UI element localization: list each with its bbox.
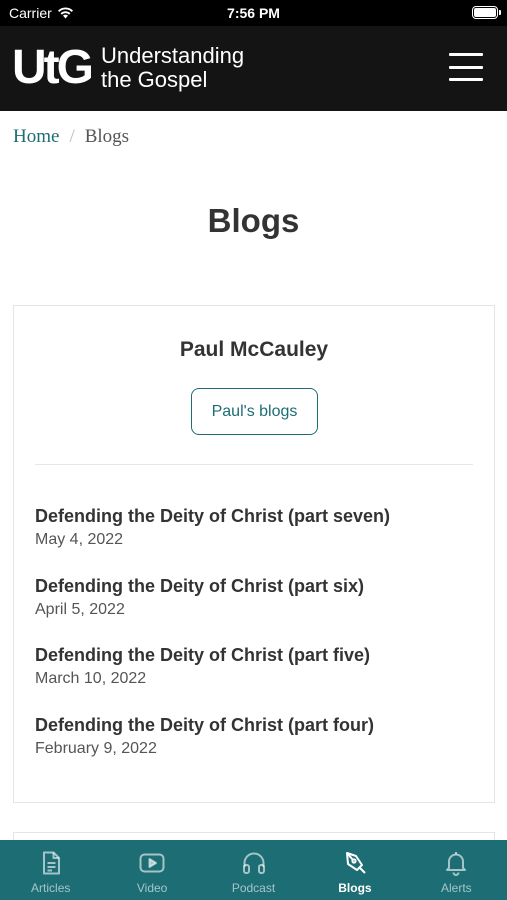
logo-text: Understanding the Gospel (101, 44, 244, 92)
logo-text-line2: the Gospel (100, 67, 208, 92)
post-date: May 4, 2022 (35, 531, 124, 548)
author-card: Paul McCauley Paul's blogs Defending the… (13, 305, 495, 803)
tab-alerts[interactable]: Alerts (406, 840, 507, 900)
tab-blogs[interactable]: Blogs (304, 840, 405, 900)
post-title[interactable]: Defending the Deity of Christ (part four… (35, 713, 475, 737)
tab-label: Alerts (440, 881, 472, 895)
post-item[interactable]: Defending the Deity of Christ (part six)… (35, 574, 475, 644)
post-title[interactable]: Defending the Deity of Christ (part six) (35, 574, 475, 598)
tab-video[interactable]: Video (101, 840, 202, 900)
battery-icon (472, 6, 501, 19)
post-date: February 9, 2022 (35, 739, 157, 757)
post-date: March 10, 2022 (35, 670, 147, 687)
hamburger-menu-icon[interactable] (449, 53, 483, 81)
breadcrumb-current: Blogs (84, 126, 130, 147)
clock: 7:56 PM (227, 5, 280, 21)
pen-icon (345, 852, 366, 874)
headphones-icon (242, 852, 265, 874)
status-bar: Carrier 7:56 PM (0, 0, 507, 26)
post-title[interactable]: Defending the Deity of Christ (part seve… (35, 504, 475, 528)
site-logo[interactable]: UtG Understanding the Gospel (12, 44, 244, 92)
post-item[interactable]: Defending the Deity of Christ (part seve… (35, 504, 475, 574)
author-name: Paul McCauley (179, 338, 329, 361)
breadcrumb-separator: / (69, 126, 75, 147)
logo-text-line1: Understanding (100, 43, 245, 68)
app-header: UtG Understanding the Gospel (0, 26, 507, 111)
tab-label: Video (136, 881, 168, 895)
tab-label: Articles (31, 881, 71, 895)
tab-bar: Articles Video Podcast Blogs Alerts (0, 840, 507, 900)
breadcrumb: Home / Blogs (13, 126, 129, 148)
logo-mark: UtG (12, 41, 94, 94)
post-item[interactable]: Defending the Deity of Christ (part five… (35, 643, 475, 713)
post-list: Defending the Deity of Christ (part seve… (35, 504, 475, 782)
play-icon (139, 853, 165, 873)
breadcrumb-home-link[interactable]: Home (13, 126, 59, 148)
post-item[interactable]: Defending the Deity of Christ (part four… (35, 713, 475, 783)
page-title: Blogs (207, 202, 300, 239)
bell-icon (446, 852, 467, 876)
tab-articles[interactable]: Articles (0, 840, 101, 900)
post-date: April 5, 2022 (35, 600, 125, 618)
tab-podcast[interactable]: Podcast (203, 840, 304, 900)
tab-label: Blogs (338, 881, 372, 895)
post-title[interactable]: Defending the Deity of Christ (part five… (35, 643, 475, 667)
author-blogs-button[interactable]: Paul's blogs (191, 388, 318, 435)
tab-label: Podcast (231, 881, 276, 895)
divider (35, 464, 473, 465)
document-icon (42, 851, 60, 875)
